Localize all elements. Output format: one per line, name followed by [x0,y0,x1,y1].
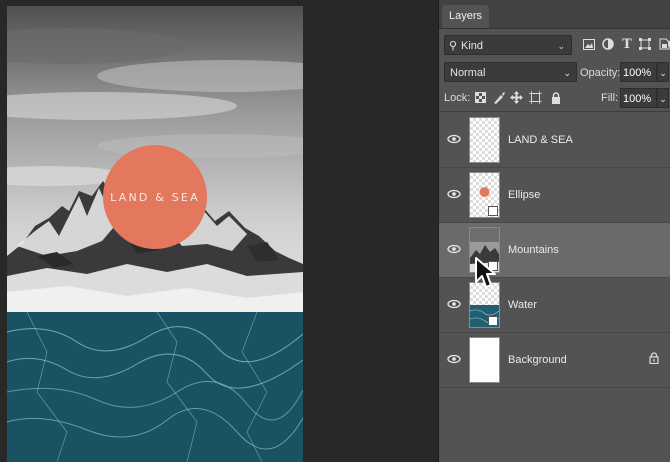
opacity-input[interactable]: 100% [620,62,657,82]
pixel-filter-icon[interactable] [582,37,596,51]
lock-label: Lock: [444,92,471,104]
visibility-eye-icon[interactable] [447,243,461,255]
panel-tab-bar: Layers [439,0,670,29]
filter-kind-select[interactable]: ⚲ Kind ⌄ [444,35,572,55]
ellipse-title-text: LAND & SEA [110,190,200,204]
lock-transparent-pixels-icon[interactable] [474,91,487,104]
document-canvas-area[interactable]: LAND & SEA [0,0,438,462]
layer-name: Mountains [508,244,559,256]
visibility-eye-icon[interactable] [447,188,461,200]
lock-row: Lock: Fill: 100% ⌄ [439,87,670,109]
lock-icon[interactable] [649,352,659,364]
shape-layer-badge-icon [488,206,498,216]
search-icon: ⚲ [449,40,458,52]
blend-mode-value: Normal [450,67,486,79]
lock-artboard-icon[interactable] [529,91,542,104]
adjustment-filter-icon[interactable] [601,37,615,51]
chevron-down-icon: ⌄ [563,68,571,78]
layer-row-background[interactable]: Background [439,333,670,388]
lock-image-pixels-icon[interactable] [492,91,505,104]
mouse-pointer-icon [475,257,496,288]
fill-dropdown-button[interactable]: ⌄ [657,88,669,108]
layer-row-land-and-sea[interactable]: LAND & SEA [439,113,670,168]
layer-thumbnail-background [469,337,500,383]
lock-position-icon[interactable] [510,91,523,104]
layers-panel: Layers ⚲ Kind ⌄ T Normal ⌄ Opacity: 100%… [438,0,670,462]
lock-all-icon[interactable] [549,91,562,104]
layer-name: Ellipse [508,189,541,201]
layer-row-ellipse[interactable]: Ellipse [439,168,670,223]
smart-object-badge-icon [488,316,498,326]
filter-kind-label: Kind [461,40,484,52]
chevron-down-icon: ⌄ [557,41,565,51]
blend-mode-row: Normal ⌄ Opacity: 100% ⌄ [439,60,670,84]
type-filter-icon[interactable]: T [620,37,634,52]
fill-input[interactable]: 100% [620,88,657,108]
layer-thumbnail-ellipse [469,172,500,218]
layer-name: LAND & SEA [508,134,573,146]
layer-filter-row: ⚲ Kind ⌄ T [439,33,670,57]
layer-name: Background [508,354,567,366]
water-image [7,312,303,462]
ellipse-shape: LAND & SEA [103,145,207,249]
document-canvas[interactable]: LAND & SEA [7,6,303,462]
blend-mode-select[interactable]: Normal ⌄ [444,62,577,82]
fill-label: Fill: [601,92,619,104]
visibility-eye-icon[interactable] [447,353,461,365]
tab-layers[interactable]: Layers [442,5,490,28]
opacity-label: Opacity: [580,67,621,79]
opacity-dropdown-button[interactable]: ⌄ [657,62,669,82]
shape-filter-icon[interactable] [638,37,652,51]
layer-name: Water [508,299,537,311]
visibility-eye-icon[interactable] [447,133,461,145]
visibility-eye-icon[interactable] [447,298,461,310]
layer-thumbnail-text [469,117,500,163]
